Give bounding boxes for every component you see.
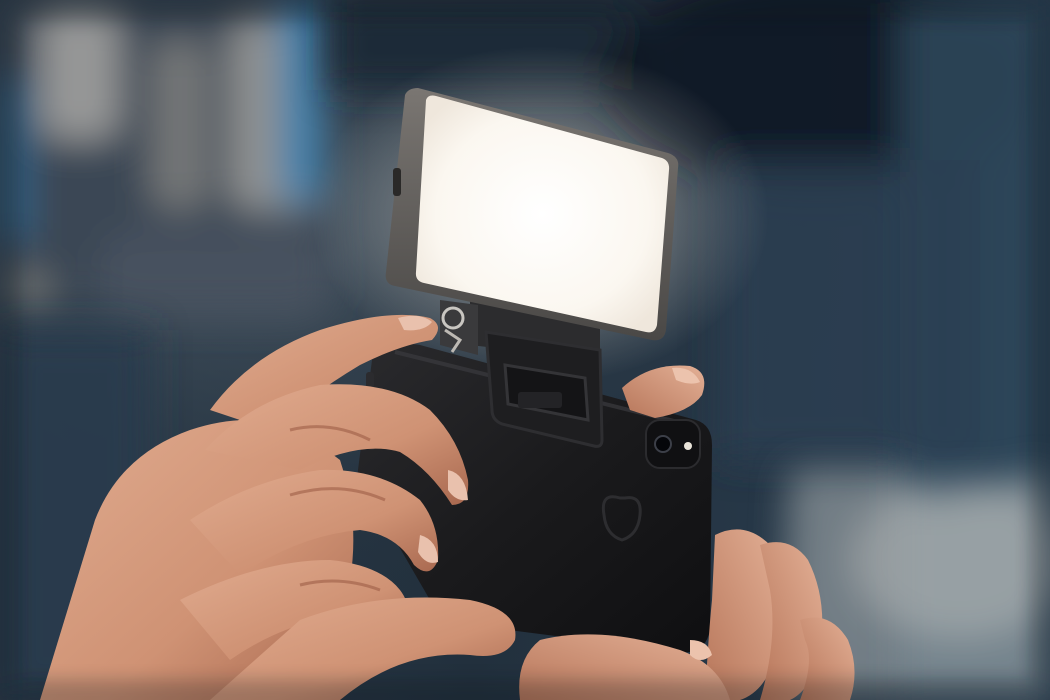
camera-module (645, 419, 701, 469)
photo-illustration (0, 0, 1050, 700)
usb-port-icon (393, 168, 401, 196)
photo-scene (0, 0, 1050, 700)
